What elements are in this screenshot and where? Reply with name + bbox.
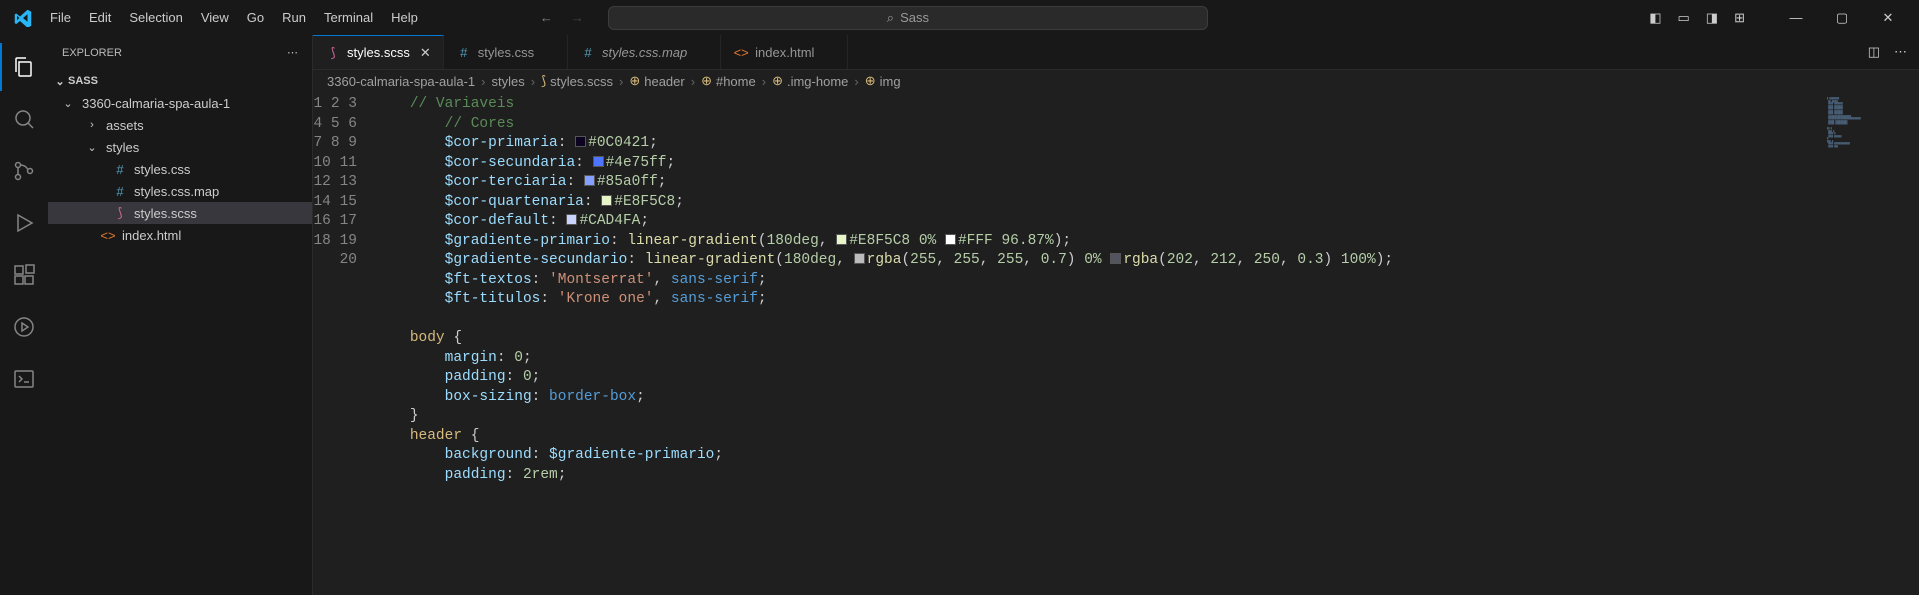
tab-label: styles.css.map [602,45,687,60]
explorer-more-icon[interactable]: ⋯ [287,46,298,59]
menu-file[interactable]: File [42,6,79,29]
chevron-right-icon: › [852,74,860,89]
layout-panel-icon[interactable]: ▭ [1678,10,1690,26]
breadcrumb-item[interactable]: header [644,74,684,89]
file-label: styles.css [134,162,190,177]
file-styles.scss[interactable]: ⟆styles.scss [48,202,312,224]
vscode-logo [14,9,32,27]
chevron-down-icon: ⌄ [52,75,68,88]
nav-forward-icon[interactable]: → [571,10,584,25]
explorer-sidebar: EXPLORER ⋯ ⌄ SASS ⌄ 3360-calmaria-spa-au… [48,35,313,595]
chevron-right-icon: › [479,74,487,89]
folder-label: assets [106,118,144,133]
chevron-right-icon: › [529,74,537,89]
file-label: index.html [122,228,181,243]
activity-bar [0,35,48,595]
chevron-down-icon: ⌄ [60,97,76,110]
close-icon[interactable]: ✕ [420,45,431,61]
chevron-right-icon: › [617,74,625,89]
tab-styles.css[interactable]: #styles.css✕ [444,35,568,69]
window-close[interactable]: ✕ [1865,0,1911,35]
chevron-right-icon: › [84,119,100,131]
folder-assets[interactable]: › assets [48,114,312,136]
chevron-right-icon: › [689,74,697,89]
menu-selection[interactable]: Selection [121,6,190,29]
file-styles.css[interactable]: #styles.css [48,158,312,180]
breadcrumb-item[interactable]: styles [491,74,524,89]
activity-live-share[interactable] [0,303,48,351]
breadcrumbs[interactable]: 3360-calmaria-spa-aula-1 › styles › ⟆ styles… [313,70,1919,92]
tab-styles.css.map[interactable]: #styles.css.map✕ [568,35,721,69]
menu-go[interactable]: Go [239,6,272,29]
layout-customize-icon[interactable]: ⊞ [1734,10,1745,26]
activity-search[interactable] [0,95,48,143]
tab-label: styles.css [478,45,534,60]
tab-more-icon[interactable]: ⋯ [1894,44,1907,60]
activity-source-control[interactable] [0,147,48,195]
symbol-icon: ⊕ [865,73,876,89]
search-icon: ⌕ [887,10,894,26]
window-maximize[interactable]: ▢ [1819,0,1865,35]
breadcrumb-item[interactable]: styles.scss [550,74,613,89]
folder-label: styles [106,140,139,155]
activity-run-debug[interactable] [0,199,48,247]
folder-label: 3360-calmaria-spa-aula-1 [82,96,230,111]
symbol-icon: ⊕ [629,73,640,89]
breadcrumb-item[interactable]: #home [716,74,756,89]
breadcrumb-item[interactable]: img [880,74,901,89]
folder-root[interactable]: ⌄ 3360-calmaria-spa-aula-1 [48,92,312,114]
layout-sidebar-left-icon[interactable]: ◧ [1649,10,1661,26]
tab-label: styles.scss [347,45,410,60]
line-numbers: 1 2 3 4 5 6 7 8 9 10 11 12 13 14 15 16 1… [313,92,375,595]
tab-label: index.html [755,45,814,60]
code-editor[interactable]: // Variaveis // Cores $cor-primaria: #0C… [375,92,1919,595]
command-center[interactable]: ⌕ Sass [608,6,1208,30]
symbol-icon: ⊕ [772,73,783,89]
tab-styles.scss[interactable]: ⟆styles.scss✕ [313,35,444,69]
breadcrumb-item[interactable]: .img-home [787,74,848,89]
file-styles.css.map[interactable]: #styles.css.map [48,180,312,202]
symbol-icon: ⟆ [541,73,546,89]
symbol-icon: ⊕ [701,73,712,89]
file-label: styles.css.map [134,184,219,199]
search-text: Sass [900,10,929,25]
folder-styles[interactable]: ⌄ styles [48,136,312,158]
menu-terminal[interactable]: Terminal [316,6,381,29]
explorer-section[interactable]: ⌄ SASS [48,70,312,92]
breadcrumb-item[interactable]: 3360-calmaria-spa-aula-1 [327,74,475,89]
activity-explorer[interactable] [0,43,48,91]
file-index.html[interactable]: <>index.html [48,224,312,246]
menu-view[interactable]: View [193,6,237,29]
menu-help[interactable]: Help [383,6,426,29]
nav-back-icon[interactable]: ← [540,10,553,25]
menu-edit[interactable]: Edit [81,6,119,29]
window-minimize[interactable]: ― [1773,0,1819,35]
activity-terminal[interactable] [0,355,48,403]
file-label: styles.scss [134,206,197,221]
chevron-right-icon: › [760,74,768,89]
tab-index.html[interactable]: <>index.html✕ [721,35,848,69]
layout-sidebar-right-icon[interactable]: ◨ [1706,10,1718,26]
section-label: SASS [68,75,98,87]
explorer-title: EXPLORER [62,47,122,59]
minimap[interactable]: █ ████████ ██ █████ ████ ███████ ████ ██… [1823,92,1919,595]
chevron-down-icon: ⌄ [84,141,100,154]
split-editor-icon[interactable]: ◫ [1868,44,1880,60]
activity-extensions[interactable] [0,251,48,299]
menu-run[interactable]: Run [274,6,314,29]
menu-bar: File Edit Selection View Go Run Terminal… [42,6,426,29]
editor-tabs: ⟆styles.scss✕#styles.css✕#styles.css.map… [313,35,1919,70]
